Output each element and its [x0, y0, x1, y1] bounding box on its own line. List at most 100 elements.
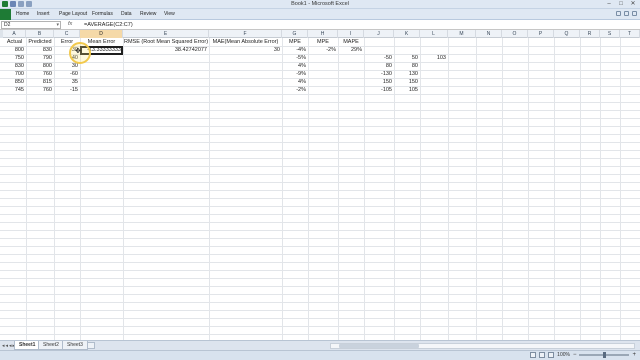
column-header-e[interactable]: E — [123, 30, 209, 38]
cell-k4[interactable]: 80 — [394, 62, 418, 70]
cell-a3[interactable]: 750 — [3, 54, 24, 62]
workbook-close-icon[interactable] — [632, 11, 637, 16]
column-header-d[interactable]: D — [80, 30, 123, 38]
cell-a6[interactable]: 850 — [3, 78, 24, 86]
cell-j5[interactable]: -130 — [364, 70, 392, 78]
cell-e2[interactable]: 38.42742077 — [123, 46, 207, 54]
column-header-j[interactable]: J — [364, 30, 394, 38]
cell-c7[interactable]: -15 — [54, 86, 78, 94]
cell-g7[interactable]: -2% — [282, 86, 306, 94]
insert-function-icon[interactable]: fx — [68, 21, 72, 27]
cell-b5[interactable]: 760 — [26, 70, 52, 78]
cell-b4[interactable]: 800 — [26, 62, 52, 70]
column-header-h[interactable]: H — [308, 30, 338, 38]
cell-a4[interactable]: 830 — [3, 62, 24, 70]
name-box-value: D2 — [4, 22, 11, 28]
tab-page-layout[interactable]: Page Layout — [59, 11, 87, 17]
column-header-b[interactable]: B — [26, 30, 54, 38]
cell-j3[interactable]: -50 — [364, 54, 392, 62]
cell-h2[interactable]: -2% — [308, 46, 336, 54]
sheet-tab-3[interactable]: Sheet3 — [62, 341, 88, 350]
cell-e1[interactable]: RMSE (Root Mean Squared Error) — [123, 38, 209, 46]
cell-g6[interactable]: 4% — [282, 78, 306, 86]
zoom-slider[interactable] — [579, 352, 630, 358]
zoom-slider-knob[interactable] — [603, 352, 607, 358]
column-header-s[interactable]: S — [600, 30, 620, 38]
zoom-out-icon[interactable]: − — [573, 352, 577, 358]
tab-view[interactable]: View — [164, 11, 175, 17]
status-bar: 100% − + — [0, 350, 640, 360]
cell-k5[interactable]: 130 — [394, 70, 418, 78]
close-button[interactable]: ✕ — [627, 0, 639, 8]
tab-review[interactable]: Review — [140, 11, 156, 17]
cell-k7[interactable]: 105 — [394, 86, 418, 94]
column-header-f[interactable]: F — [209, 30, 282, 38]
formula-input[interactable]: =AVERAGE(C2:C7) — [84, 21, 636, 29]
cell-a7[interactable]: 745 — [3, 86, 24, 94]
column-header-n[interactable]: N — [476, 30, 502, 38]
cell-k3[interactable]: 50 — [394, 54, 418, 62]
cell-i1[interactable]: MAPE — [338, 38, 364, 46]
cell-b3[interactable]: 790 — [26, 54, 52, 62]
cell-l3[interactable]: 103 — [420, 54, 446, 62]
column-header-g[interactable]: G — [282, 30, 308, 38]
insert-sheet-icon[interactable] — [87, 342, 95, 349]
column-header-i[interactable]: I — [338, 30, 364, 38]
tab-data[interactable]: Data — [121, 11, 132, 17]
cell-a1[interactable]: Actual — [3, 38, 26, 46]
tab-formulas[interactable]: Formulas — [92, 11, 113, 17]
column-header-l[interactable]: L — [420, 30, 448, 38]
column-header-c[interactable]: C — [54, 30, 80, 38]
page-layout-view-icon[interactable] — [539, 352, 546, 358]
cell-g3[interactable]: -5% — [282, 54, 306, 62]
cell-k6[interactable]: 150 — [394, 78, 418, 86]
column-header-p[interactable]: P — [528, 30, 554, 38]
column-header-o[interactable]: O — [502, 30, 528, 38]
cell-g5[interactable]: -9% — [282, 70, 306, 78]
column-header-a[interactable]: A — [3, 30, 26, 38]
cell-c5[interactable]: -60 — [54, 70, 78, 78]
cell-g1[interactable]: MPE — [282, 38, 308, 46]
chevron-down-icon[interactable]: ▾ — [56, 22, 59, 28]
cell-b2[interactable]: 830 — [26, 46, 52, 54]
normal-view-icon[interactable] — [530, 352, 537, 358]
column-header-q[interactable]: Q — [554, 30, 580, 38]
file-tab[interactable] — [0, 9, 11, 20]
cell-a5[interactable]: 700 — [3, 70, 24, 78]
maximize-button[interactable]: □ — [615, 0, 627, 8]
scrollbar-thumb[interactable] — [339, 344, 419, 348]
cell-h1[interactable]: MPE — [308, 38, 338, 46]
cell-j4[interactable]: 80 — [364, 62, 392, 70]
sheet-tab-bar: ◂◂◂▸▸▸ Sheet1 Sheet2 Sheet3 — [0, 340, 640, 350]
cell-f1[interactable]: MAE(Mean Absolute Error) — [209, 38, 282, 46]
column-header-k[interactable]: K — [394, 30, 420, 38]
tab-home[interactable]: Home — [16, 11, 29, 17]
cell-f2[interactable]: 30 — [209, 46, 280, 54]
horizontal-scrollbar[interactable] — [330, 343, 635, 349]
cell-a2[interactable]: 800 — [3, 46, 24, 54]
cell-c6[interactable]: 35 — [54, 78, 78, 86]
worksheet-grid[interactable]: Actual Predicted Error Mean Error RMSE (… — [0, 38, 640, 340]
column-header-t[interactable]: T — [620, 30, 640, 38]
cell-c4[interactable]: 30 — [54, 62, 78, 70]
name-box[interactable]: D2 ▾ — [1, 21, 61, 29]
column-header-m[interactable]: M — [448, 30, 476, 38]
zoom-in-icon[interactable]: + — [632, 352, 636, 358]
cell-g4[interactable]: 4% — [282, 62, 306, 70]
minimize-button[interactable]: – — [603, 0, 615, 8]
cell-b1[interactable]: Predicted — [26, 38, 54, 46]
cell-b7[interactable]: 760 — [26, 86, 52, 94]
ribbon-minimize-icon[interactable] — [624, 11, 629, 16]
help-icon[interactable] — [616, 11, 621, 16]
sheet-tab-2[interactable]: Sheet2 — [38, 341, 64, 350]
page-break-view-icon[interactable] — [548, 352, 555, 358]
cell-j7[interactable]: -105 — [364, 86, 392, 94]
column-header-r[interactable]: R — [580, 30, 600, 38]
cell-i2[interactable]: 29% — [338, 46, 362, 54]
cell-b6[interactable]: 815 — [26, 78, 52, 86]
sheet-tab-1[interactable]: Sheet1 — [14, 341, 41, 350]
cell-j6[interactable]: 150 — [364, 78, 392, 86]
zoom-level[interactable]: 100% — [557, 352, 570, 358]
tab-insert[interactable]: Insert — [37, 11, 50, 17]
cell-g2[interactable]: -4% — [282, 46, 306, 54]
